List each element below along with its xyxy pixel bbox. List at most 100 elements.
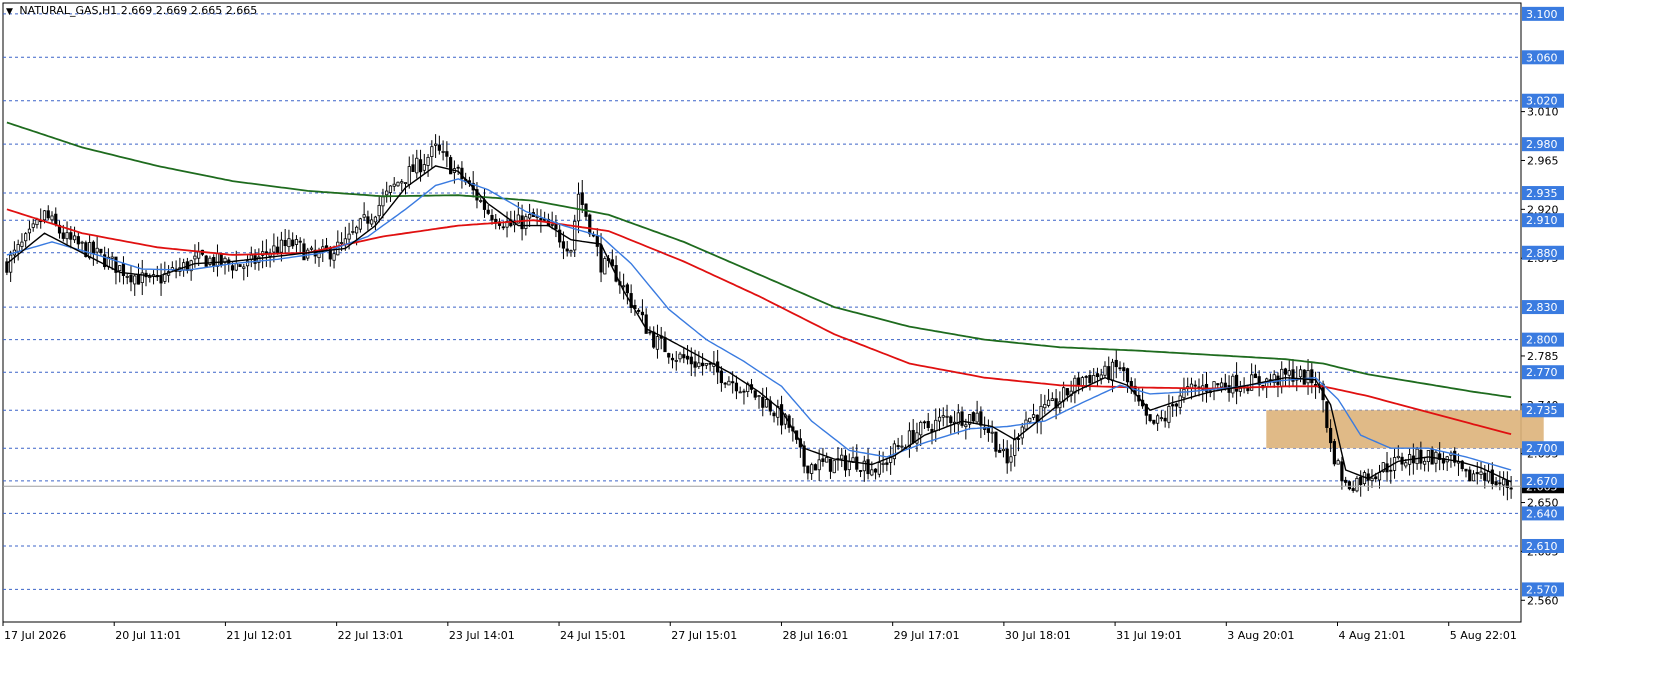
candle-body — [825, 457, 829, 463]
candle-body — [1148, 414, 1152, 422]
candle-body — [866, 459, 870, 475]
candle-body — [279, 239, 284, 253]
candle-body — [35, 219, 39, 226]
candle-body — [637, 309, 641, 312]
chart-window[interactable]: 3.0102.9652.9202.8752.7852.7402.6952.650… — [0, 0, 1658, 684]
candle-body — [576, 193, 581, 222]
candle-body — [1171, 404, 1175, 407]
candle-body — [565, 248, 569, 252]
x-tick-label: 24 Jul 15:01 — [560, 629, 626, 642]
price-chart[interactable]: 3.0102.9652.9202.8752.7852.7402.6952.650… — [0, 0, 1658, 684]
candle-body — [42, 210, 47, 221]
candle-body — [362, 214, 366, 218]
candle-body — [1103, 365, 1107, 376]
x-tick-label: 30 Jul 18:01 — [1005, 629, 1071, 642]
candle-body — [678, 353, 682, 360]
candle-body — [234, 263, 238, 271]
candle-body — [437, 144, 441, 151]
candle-body — [426, 156, 430, 166]
x-tick-label: 17 Jul 2026 — [4, 629, 66, 642]
candle-body — [979, 411, 983, 426]
x-tick-label: 5 Aug 22:01 — [1450, 629, 1517, 642]
candle-body — [1152, 419, 1156, 424]
candle-body — [520, 215, 524, 230]
plot-frame — [2, 2, 1522, 623]
candle-body — [76, 236, 80, 245]
candle-body — [370, 219, 374, 225]
candle-body — [339, 242, 344, 244]
candle-body — [603, 258, 607, 275]
candle-body — [1163, 417, 1167, 422]
candle-body — [1374, 476, 1378, 480]
candle-body — [125, 275, 129, 278]
candle-body — [1043, 403, 1047, 409]
candle-body — [9, 254, 13, 273]
candle-body — [922, 421, 927, 424]
level-badge-label: 2.830 — [1526, 301, 1558, 314]
candle-body — [569, 250, 573, 253]
candle-body — [757, 395, 761, 398]
x-tick-label: 4 Aug 21:01 — [1339, 629, 1406, 642]
candle-body — [490, 214, 494, 221]
candle-body — [287, 238, 291, 248]
candle-body — [332, 253, 336, 261]
candle-body — [622, 285, 626, 288]
candle-body — [550, 223, 554, 226]
candle-body — [418, 159, 423, 173]
candle-body — [764, 399, 769, 408]
candle-body — [945, 415, 949, 418]
candle-body — [697, 362, 701, 368]
candle-body — [986, 427, 990, 433]
candle-body — [937, 416, 942, 422]
candle-body — [242, 266, 246, 269]
dropdown-arrow-icon[interactable]: ▼ — [6, 7, 13, 17]
candle-body — [674, 359, 678, 362]
candle-body — [588, 214, 592, 235]
candle-body — [182, 262, 186, 271]
level-badge-label: 2.880 — [1526, 247, 1558, 260]
candle-body — [640, 311, 645, 316]
candle-body — [343, 238, 347, 245]
candle-body — [133, 275, 137, 285]
candle-body — [1464, 468, 1468, 472]
candle-body — [1332, 441, 1336, 465]
candle-body — [1125, 368, 1130, 383]
candle-body — [971, 412, 975, 422]
candle-body — [1344, 479, 1348, 483]
candle-body — [501, 226, 505, 229]
candle-body — [1088, 374, 1092, 384]
candle-body — [840, 454, 844, 460]
candle-body — [456, 166, 460, 169]
candle-body — [580, 192, 584, 205]
candle-body — [1483, 472, 1487, 481]
candle-body — [16, 244, 20, 252]
candle-body — [821, 458, 825, 463]
candle-body — [832, 460, 836, 474]
candle-body — [949, 416, 953, 424]
candle-body — [385, 190, 389, 196]
candle-body — [919, 421, 923, 436]
candle-body — [1283, 368, 1288, 375]
candle-body — [309, 247, 314, 250]
candle-body — [1234, 374, 1239, 392]
candle-body — [1347, 481, 1352, 490]
candle-body — [960, 411, 964, 426]
candle-body — [1178, 395, 1182, 408]
candle-body — [1107, 366, 1111, 380]
candle-body — [1062, 387, 1066, 402]
candle-body — [449, 157, 453, 175]
chart-header: ▼ NATURAL_GAS,H1 2.669 2.669 2.665 2.665 — [6, 4, 257, 17]
candle-body — [1174, 403, 1179, 407]
candle-body — [742, 390, 746, 393]
candle-body — [1377, 472, 1382, 481]
candle-body — [700, 362, 705, 367]
candle-body — [215, 252, 220, 267]
candle-body — [366, 216, 370, 224]
candle-body — [1475, 472, 1479, 475]
candle-body — [911, 429, 915, 443]
candle-body — [373, 216, 378, 223]
level-badge-label: 2.640 — [1526, 507, 1558, 520]
candle-body — [1001, 448, 1006, 452]
candle-body — [50, 215, 54, 221]
level-badge-label: 2.570 — [1526, 583, 1558, 596]
